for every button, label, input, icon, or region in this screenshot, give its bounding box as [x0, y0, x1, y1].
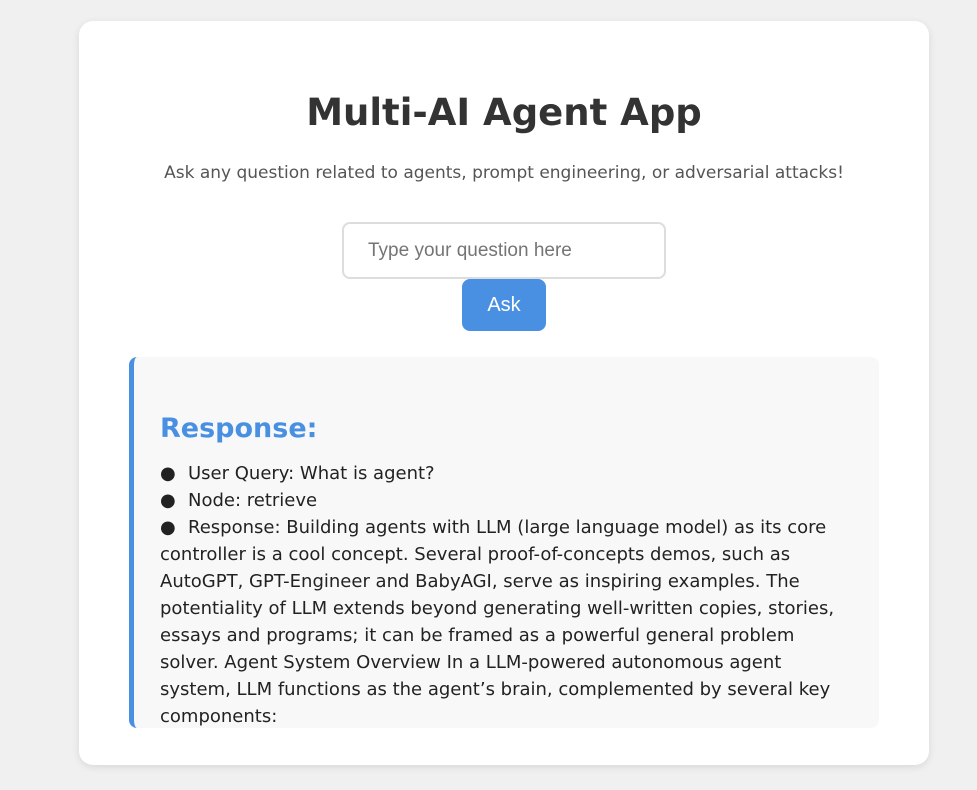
list-item: ● Response: Building agents with LLM (lar… — [160, 514, 855, 730]
response-node: Node: retrieve — [188, 490, 318, 511]
page-subtitle: Ask any question related to agents, prom… — [164, 163, 844, 183]
list-item: ● Node: retrieve — [160, 487, 855, 514]
page-title: Multi-AI Agent App — [306, 91, 702, 134]
question-input[interactable] — [342, 222, 666, 279]
ask-button[interactable]: Ask — [462, 279, 546, 331]
list-item: ● User Query: What is agent? — [160, 460, 855, 487]
response-list: ● User Query: What is agent? ● Node: retri… — [160, 460, 855, 730]
bullet-icon: ● — [160, 463, 176, 484]
response-heading: Response: — [160, 413, 318, 444]
response-panel: Response: ● User Query: What is agent? ● N… — [129, 357, 879, 728]
response-text: Response: Building agents with LLM (larg… — [160, 517, 835, 727]
bullet-icon: ● — [160, 490, 176, 511]
bullet-icon: ● — [160, 517, 176, 538]
app-card: Multi-AI Agent App Ask any question rela… — [79, 21, 929, 765]
response-user-query: User Query: What is agent? — [188, 463, 435, 484]
